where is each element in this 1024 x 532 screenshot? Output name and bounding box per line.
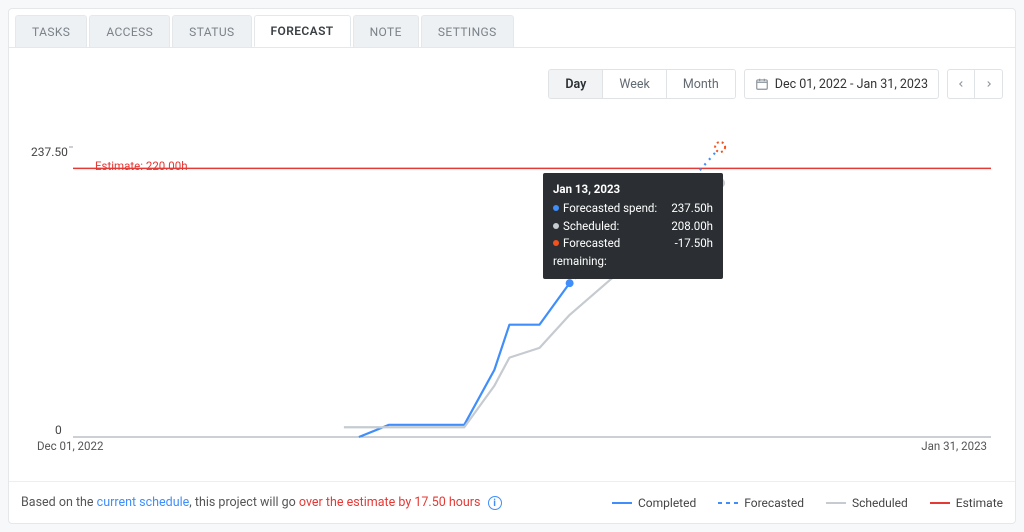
date-next-button[interactable] [975,69,1003,99]
chart-area: 237.50 0 Dec 01, 2022 Jan 31, 2023 Estim… [23,117,1001,461]
footer-warning: over the estimate by 17.50 hours [299,495,481,510]
date-prev-button[interactable] [947,69,975,99]
chevron-left-icon [956,79,966,89]
legend-forecasted: Forecasted [718,496,804,510]
tab-forecast[interactable]: FORECAST [254,15,351,47]
tooltip-row-0-label: Forecasted spend: [563,201,657,215]
legend-scheduled: Scheduled [826,496,908,510]
tooltip-row-1-label: Scheduled: [563,219,619,233]
tab-tasks[interactable]: TASKS [15,15,87,47]
tab-access[interactable]: ACCESS [89,15,170,47]
chevron-right-icon [984,79,994,89]
tooltip-row-0-value: 237.50h [671,200,713,218]
tab-note[interactable]: NOTE [353,15,419,47]
granularity-month[interactable]: Month [667,70,735,98]
tooltip-row-2-value: -17.50h [675,235,713,271]
chart-controls: Day Week Month Dec 01, 2022 - Jan 31, 20… [548,69,1003,99]
date-range-picker[interactable]: Dec 01, 2022 - Jan 31, 2023 [744,69,939,99]
date-pager [947,69,1003,99]
footer-message: Based on the current schedule, this proj… [21,495,502,511]
tab-divider [9,47,1015,48]
legend-estimate: Estimate [930,496,1003,510]
chart-legend: Completed Forecasted Scheduled Estimate [612,496,1003,510]
chart-svg [23,117,1001,461]
calendar-icon [755,77,769,91]
footer-prefix: Based on the [21,495,97,510]
tooltip-row-2-label: Forecasted remaining: [553,236,620,268]
date-range-label: Dec 01, 2022 - Jan 31, 2023 [775,77,928,92]
granularity-day[interactable]: Day [549,70,603,98]
current-schedule-link[interactable]: current schedule [97,495,190,510]
tooltip-date: Jan 13, 2023 [553,181,713,199]
granularity-segmented: Day Week Month [548,69,735,99]
tab-settings[interactable]: SETTINGS [421,15,514,47]
tab-status[interactable]: STATUS [172,15,251,47]
footer-middle: , this project will go [189,495,299,510]
granularity-week[interactable]: Week [603,70,667,98]
info-icon[interactable]: i [488,496,502,510]
forecast-card: TASKS ACCESS STATUS FORECAST NOTE SETTIN… [8,8,1016,524]
chart-tooltip: Jan 13, 2023 Forecasted spend: 237.50h Sc… [543,173,723,279]
footer: Based on the current schedule, this proj… [9,481,1015,523]
legend-completed: Completed [612,496,696,510]
tab-bar: TASKS ACCESS STATUS FORECAST NOTE SETTIN… [15,15,514,47]
tooltip-row-1-value: 208.00h [671,218,713,236]
